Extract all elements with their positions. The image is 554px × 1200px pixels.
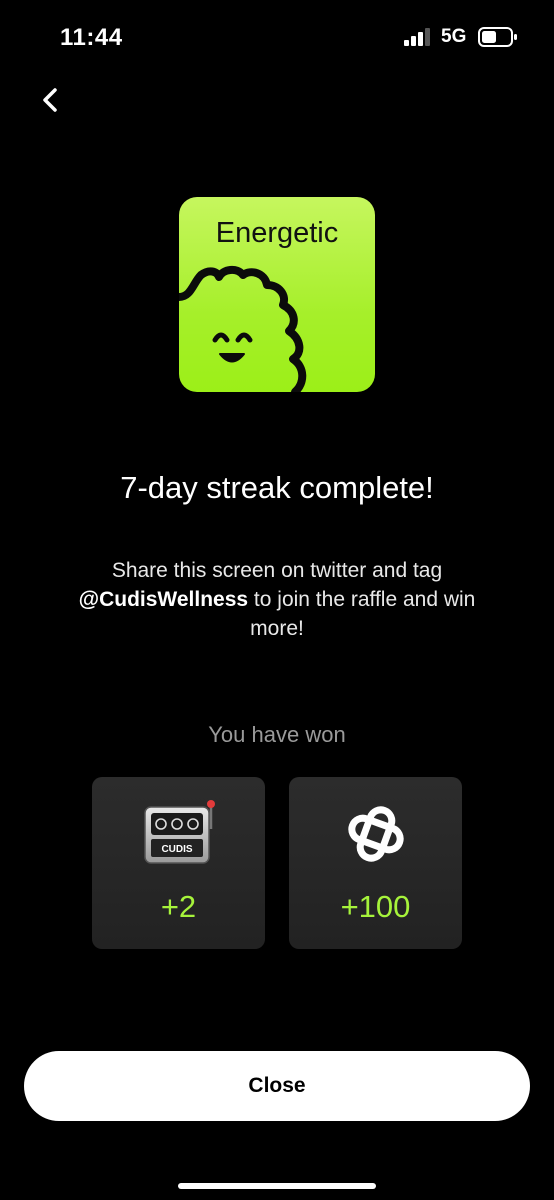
share-text-after: to join the raffle and win more! xyxy=(248,588,476,640)
reward-value-points: +100 xyxy=(340,889,411,924)
network-label: 5G xyxy=(441,26,467,47)
streak-headline: 7-day streak complete! xyxy=(120,470,434,505)
back-button[interactable] xyxy=(34,82,70,118)
home-indicator[interactable] xyxy=(178,1183,376,1189)
energetic-badge: Energetic xyxy=(179,197,375,392)
slot-machine-label: CUDIS xyxy=(161,844,192,855)
reward-card-points: +100 xyxy=(289,777,462,949)
battery-icon xyxy=(478,27,517,47)
badge-title: Energetic xyxy=(215,217,339,249)
reward-value-raffle: +2 xyxy=(160,889,197,924)
reward-card-raffle: CUDIS +2 xyxy=(92,777,265,949)
rewards-heading: You have won xyxy=(208,722,346,747)
share-instructions: Share this screen on twitter and tag @Cu… xyxy=(60,556,494,643)
status-time: 11:44 xyxy=(60,24,123,51)
share-text-before: Share this screen on twitter and tag xyxy=(111,559,443,582)
status-bar: 11:44 5G xyxy=(0,0,554,70)
cudis-slot-machine-icon: CUDIS xyxy=(143,800,215,864)
twitter-handle: @CudisWellness xyxy=(78,588,249,611)
chevron-left-icon xyxy=(43,88,57,112)
signal-icon xyxy=(404,28,430,46)
cudis-points-logo-icon xyxy=(347,806,404,862)
close-button[interactable]: Close xyxy=(24,1051,530,1121)
